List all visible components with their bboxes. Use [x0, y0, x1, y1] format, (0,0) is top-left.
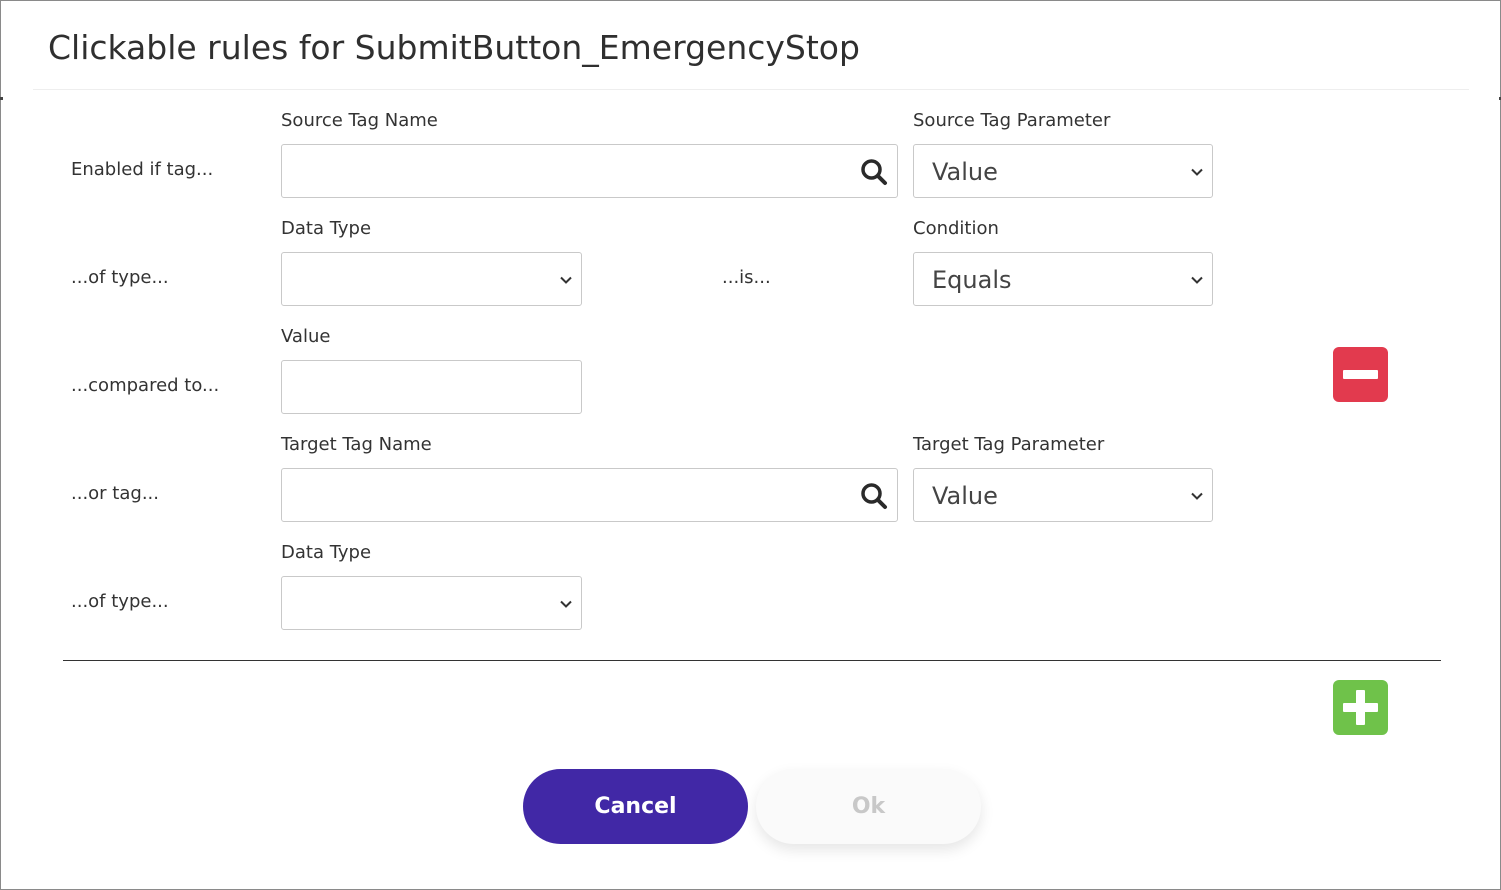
- ok-button[interactable]: Ok: [756, 769, 981, 844]
- minus-icon: [1343, 370, 1378, 379]
- clickable-rules-dialog: Clickable rules for SubmitButton_Emergen…: [0, 0, 1501, 890]
- target-data-type-select[interactable]: [281, 576, 582, 630]
- target-tag-parameter-select[interactable]: Value: [913, 468, 1213, 522]
- source-tag-name-field[interactable]: [281, 144, 898, 198]
- source-tag-name-label: Source Tag Name: [281, 110, 438, 131]
- target-tag-parameter-label: Target Tag Parameter: [913, 434, 1105, 455]
- target-of-type-label: ...of type...: [71, 591, 169, 612]
- add-rule-button[interactable]: [1333, 680, 1388, 735]
- condition-select[interactable]: Equals: [913, 252, 1213, 306]
- source-tag-name-input[interactable]: [282, 145, 897, 197]
- chevron-down-icon: [560, 276, 572, 284]
- or-tag-label: ...or tag...: [71, 483, 159, 504]
- source-tag-parameter-value: Value: [932, 158, 998, 186]
- title-divider: [33, 89, 1469, 90]
- chevron-down-icon: [560, 600, 572, 608]
- value-input[interactable]: [282, 361, 581, 413]
- cancel-button[interactable]: Cancel: [523, 769, 748, 844]
- dialog-title: Clickable rules for SubmitButton_Emergen…: [48, 28, 860, 67]
- target-data-type-label: Data Type: [281, 542, 372, 563]
- of-type-label: ...of type...: [71, 267, 169, 288]
- condition-value: Equals: [932, 266, 1012, 294]
- source-tag-parameter-select[interactable]: Value: [913, 144, 1213, 198]
- value-field[interactable]: [281, 360, 582, 414]
- compared-to-label: ...compared to...: [71, 375, 220, 396]
- target-tag-parameter-value: Value: [932, 482, 998, 510]
- target-tag-name-label: Target Tag Name: [281, 434, 432, 455]
- chevron-down-icon: [1191, 168, 1203, 176]
- search-icon[interactable]: [859, 157, 889, 187]
- value-label: Value: [281, 326, 331, 347]
- edge-mark: [0, 97, 3, 100]
- source-tag-parameter-label: Source Tag Parameter: [913, 110, 1111, 131]
- is-label: ...is...: [722, 267, 771, 288]
- data-type-label: Data Type: [281, 218, 372, 239]
- plus-icon: [1343, 690, 1378, 725]
- data-type-select[interactable]: [281, 252, 582, 306]
- remove-rule-button[interactable]: [1333, 347, 1388, 402]
- target-tag-name-input[interactable]: [282, 469, 897, 521]
- condition-label: Condition: [913, 218, 999, 239]
- target-tag-name-field[interactable]: [281, 468, 898, 522]
- rule-divider: [63, 660, 1441, 661]
- enabled-if-tag-label: Enabled if tag...: [71, 159, 214, 180]
- chevron-down-icon: [1191, 276, 1203, 284]
- search-icon[interactable]: [859, 481, 889, 511]
- chevron-down-icon: [1191, 492, 1203, 500]
